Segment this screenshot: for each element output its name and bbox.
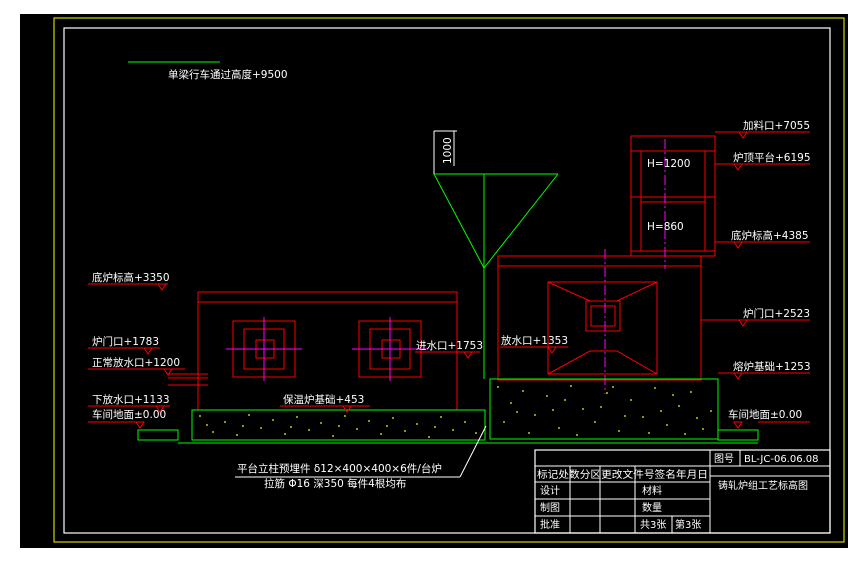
approval-label: 批准 — [540, 518, 560, 531]
note-line-2: 拉筋 Φ16 深350 每件4根均布 — [264, 477, 406, 490]
right-furnace — [433, 130, 759, 444]
level-marker-icon — [547, 346, 557, 354]
insulation-base-label: 保温炉基础+453 — [283, 393, 364, 406]
note-leader — [459, 425, 487, 478]
left-floor-label: 车间地面±0.00 — [92, 408, 166, 421]
left-foundation-concrete — [199, 414, 477, 438]
sheets-total: 共3张 — [640, 519, 666, 531]
water-outlet-label: 放水口+1353 — [501, 334, 568, 347]
level-marker-icon — [342, 405, 352, 413]
left-base-level-label: 底炉标高+3350 — [92, 271, 170, 284]
level-marker-icon — [738, 319, 748, 327]
drawing-title: 铸轧炉组工艺标高图 — [718, 479, 808, 492]
right-door-label: 炉门口+2523 — [743, 307, 810, 320]
water-inlet-label: 进水口+1753 — [416, 340, 483, 352]
level-marker-icon — [738, 131, 748, 139]
level-marker-icon — [135, 421, 145, 429]
charging-port-label: 加料口+7055 — [743, 119, 810, 132]
revision-header: 标记处数分区更改文件号签名年月日 — [537, 468, 708, 481]
lower-drain-label: 下放水口+1133 — [92, 393, 170, 406]
melting-base-label: 熔炉基础+1253 — [733, 360, 811, 373]
level-marker-icon — [733, 241, 743, 249]
level-marker-icon — [733, 163, 743, 171]
sheet-number: 第3张 — [675, 518, 701, 531]
right-foundation-concrete — [497, 385, 712, 436]
drawing-number: BL-JC-06.06.08 — [744, 454, 819, 465]
right-base-level-label: 底炉标高+4385 — [731, 229, 809, 242]
drafting-label: 制图 — [540, 501, 560, 514]
level-markers — [135, 131, 748, 429]
level-marker-icon — [157, 283, 167, 291]
right-floor-label: 车间地面±0.00 — [728, 408, 802, 421]
quantity-label: 数量 — [642, 501, 662, 514]
normal-drain-label: 正常放水口+1200 — [92, 356, 180, 369]
top-platform-label: 炉顶平台+6195 — [733, 151, 811, 164]
stack-height-1: H=1200 — [647, 158, 690, 170]
level-marker-icon — [733, 421, 743, 429]
design-label: 设计 — [540, 484, 560, 497]
note-line-1: 平台立柱预埋件 δ12×400×400×6件/台炉 — [237, 462, 442, 475]
dimension-1000: 1000 — [442, 137, 454, 164]
left-furnace — [137, 291, 490, 444]
drawing-number-label: 图号 — [714, 453, 734, 465]
material-label: 材料 — [642, 484, 662, 497]
stack-height-2: H=860 — [647, 221, 684, 233]
level-marker-icon — [733, 372, 743, 380]
level-marker-icon — [143, 347, 153, 355]
level-marker-icon — [463, 351, 473, 359]
left-door-label: 炉门口+1783 — [92, 335, 159, 348]
crane-clearance-label: 单梁行车通过高度+9500 — [168, 68, 288, 81]
cad-viewport[interactable]: 单梁行车通过高度+9500 底炉标高+3350 炉门口+1783 正常放水口+1… — [20, 14, 848, 548]
cad-drawing: 单梁行车通过高度+9500 底炉标高+3350 炉门口+1783 正常放水口+1… — [53, 17, 845, 543]
